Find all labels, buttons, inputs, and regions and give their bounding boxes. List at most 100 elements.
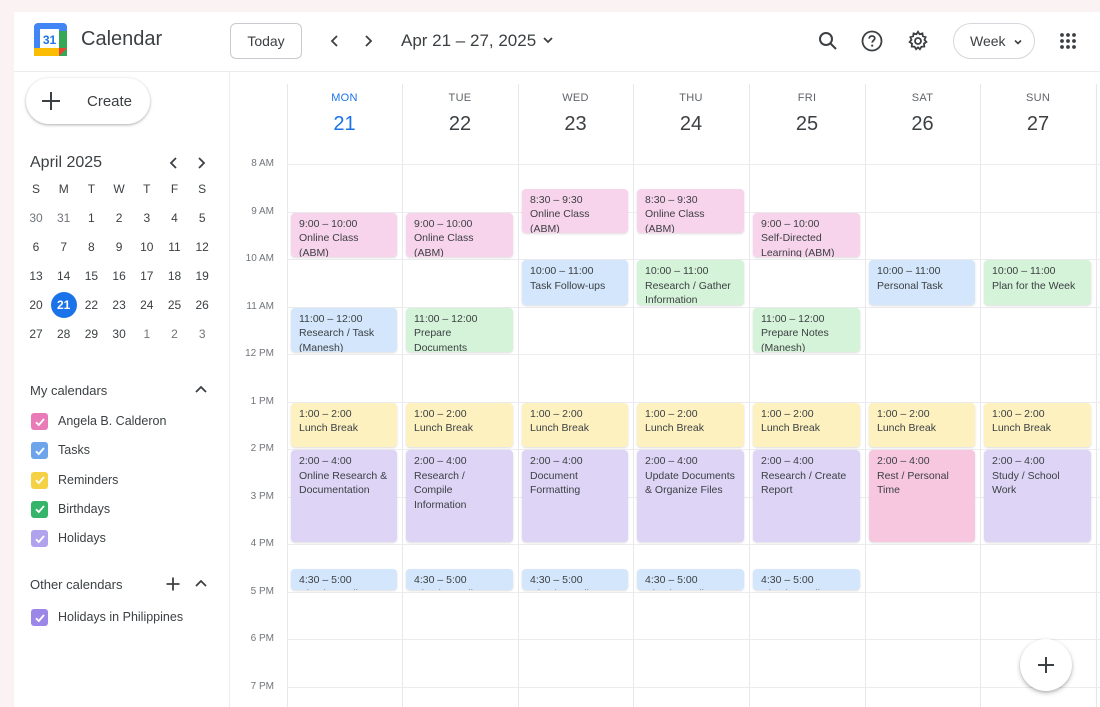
mini-calendar-day[interactable]: 24 — [134, 292, 160, 318]
calendar-event[interactable]: 2:00 – 4:00 Update Documents & Organize F… — [637, 450, 744, 542]
today-button[interactable]: Today — [230, 23, 302, 59]
mini-calendar-day[interactable]: 22 — [78, 292, 104, 318]
chevron-left-icon[interactable] — [167, 156, 181, 170]
mini-calendar-day[interactable]: 13 — [23, 263, 49, 289]
checkbox[interactable] — [31, 609, 48, 626]
mini-calendar-day[interactable]: 12 — [189, 234, 215, 260]
mini-calendar-day[interactable]: 29 — [78, 321, 104, 347]
help-icon[interactable] — [860, 29, 884, 53]
calendar-item[interactable]: Tasks — [31, 440, 221, 460]
day-number[interactable]: 23 — [518, 113, 633, 136]
calendar-event[interactable]: 1:00 – 2:00 Lunch Break — [522, 402, 628, 447]
mini-calendar-day[interactable]: 3 — [134, 205, 160, 231]
day-header-wed[interactable]: WED 23 — [518, 72, 633, 164]
calendar-event[interactable]: 1:00 – 2:00 Lunch Break — [869, 402, 975, 447]
calendar-event[interactable]: 10:00 – 11:00 Personal Task — [869, 260, 975, 305]
calendar-event[interactable]: 2:00 – 4:00 Research / Create Report — [753, 450, 860, 542]
mini-calendar-day[interactable]: 11 — [162, 234, 188, 260]
calendar-event[interactable]: 2:00 – 4:00 Online Research & Documentati… — [291, 450, 397, 542]
mini-calendar-day[interactable]: 6 — [23, 234, 49, 260]
mini-calendar-day[interactable]: 3 — [189, 321, 215, 347]
chevron-down-icon[interactable] — [541, 33, 555, 47]
mini-calendar-day[interactable]: 20 — [23, 292, 49, 318]
mini-calendar-day[interactable]: 25 — [162, 292, 188, 318]
mini-calendar-day[interactable]: 8 — [78, 234, 104, 260]
create-button[interactable]: Create — [26, 78, 150, 124]
day-header-mon[interactable]: MON 21 — [287, 72, 402, 164]
search-icon[interactable] — [816, 29, 840, 53]
chevron-right-icon[interactable] — [194, 156, 208, 170]
calendar-event[interactable]: 1:00 – 2:00 Lunch Break — [753, 402, 860, 447]
calendar-event[interactable]: 8:30 – 9:30 Online Class (ABM) — [522, 188, 628, 234]
checkbox[interactable] — [31, 413, 48, 430]
day-header-tue[interactable]: TUE 22 — [402, 72, 518, 164]
plus-icon[interactable] — [165, 576, 181, 592]
mini-calendar-day[interactable]: 4 — [162, 205, 188, 231]
calendar-event[interactable]: 2:00 – 4:00 Study / School Work — [984, 450, 1091, 542]
checkbox[interactable] — [31, 530, 48, 548]
calendar-event[interactable]: 4:30 – 5:00Check Emails — [753, 568, 860, 590]
day-number[interactable]: 25 — [749, 113, 865, 136]
mini-calendar-today[interactable]: 21 — [50, 292, 77, 318]
mini-calendar-day[interactable]: 18 — [162, 263, 188, 289]
mini-calendar-day[interactable]: 15 — [78, 263, 104, 289]
mini-calendar-day[interactable]: 9 — [106, 234, 132, 260]
chevron-up-icon[interactable] — [193, 576, 209, 592]
mini-calendar-day[interactable]: 7 — [51, 234, 77, 260]
calendar-event[interactable]: 10:00 – 11:00 Plan for the Week — [984, 260, 1091, 305]
calendar-event[interactable]: 1:00 – 2:00 Lunch Break — [637, 402, 744, 447]
day-header-sat[interactable]: SAT 26 — [865, 72, 980, 164]
mini-calendar-day[interactable]: 23 — [106, 292, 132, 318]
calendar-event[interactable]: 4:30 – 5:00Check Emails — [522, 568, 628, 590]
other-calendars-title[interactable]: Other calendars — [30, 577, 123, 592]
calendar-event[interactable]: 11:00 – 12:00 Research / Task (Manesh) — [291, 307, 397, 352]
checkbox[interactable] — [31, 442, 48, 460]
date-range-title[interactable]: Apr 21 – 27, 2025 — [401, 31, 536, 51]
calendar-event[interactable]: 11:00 – 12:00 Prepare Notes (Manesh) — [753, 307, 860, 352]
calendar-event[interactable]: 4:30 – 5:00Check Emails — [406, 568, 513, 590]
day-number[interactable]: 27 — [980, 113, 1096, 136]
mini-calendar-day[interactable]: 30 — [106, 321, 132, 347]
calendar-event[interactable]: 4:30 – 5:00Check Emails — [637, 568, 744, 590]
mini-calendar-day[interactable]: 2 — [106, 205, 132, 231]
day-header-fri[interactable]: FRI 25 — [749, 72, 865, 164]
mini-calendar-day[interactable]: 1 — [78, 205, 104, 231]
calendar-event[interactable]: 8:30 – 9:30 Online Class (ABM) — [637, 188, 744, 234]
day-number[interactable]: 26 — [865, 113, 980, 136]
day-number[interactable]: 21 — [287, 113, 402, 136]
view-selector[interactable]: Week — [953, 23, 1035, 59]
mini-calendar-day[interactable]: 19 — [189, 263, 215, 289]
calendar-event[interactable]: 1:00 – 2:00 Lunch Break — [406, 402, 513, 447]
checkbox[interactable] — [31, 500, 48, 518]
checkbox[interactable] — [31, 471, 48, 489]
mini-calendar-day[interactable]: 28 — [51, 321, 77, 347]
my-calendars-title[interactable]: My calendars — [30, 383, 107, 398]
calendar-event[interactable]: 9:00 – 10:00 Online Class (ABM) — [291, 212, 397, 257]
mini-calendar-day[interactable]: 10 — [134, 234, 160, 260]
calendar-event[interactable]: 9:00 – 10:00 Self-Directed Learning (ABM) — [753, 212, 860, 257]
mini-calendar-day[interactable]: 17 — [134, 263, 160, 289]
settings-icon[interactable] — [906, 29, 930, 53]
mini-calendar-day[interactable]: 1 — [134, 321, 160, 347]
calendar-event[interactable]: 1:00 – 2:00 Lunch Break — [984, 402, 1091, 447]
mini-calendar-day[interactable]: 26 — [189, 292, 215, 318]
calendar-event[interactable]: 2:00 – 4:00 Rest / Personal Time — [869, 450, 975, 542]
mini-calendar-day[interactable]: 27 — [23, 321, 49, 347]
mini-calendar-day[interactable]: 16 — [106, 263, 132, 289]
apps-grid-icon[interactable] — [1056, 29, 1080, 53]
calendar-event[interactable]: 4:30 – 5:00Check Emails — [291, 568, 397, 590]
mini-calendar-day[interactable]: 31 — [51, 205, 77, 231]
calendar-event[interactable]: 1:00 – 2:00 Lunch Break — [291, 402, 397, 447]
calendar-item[interactable]: Birthdays — [31, 499, 221, 519]
chevron-right-icon[interactable] — [357, 30, 379, 52]
calendar-event[interactable]: 10:00 – 11:00 Research / Gather Informati… — [637, 260, 744, 305]
mini-calendar-day[interactable]: 30 — [23, 205, 49, 231]
calendar-event[interactable]: 2:00 – 4:00 Research / Compile Informatio… — [406, 450, 513, 542]
mini-calendar-day[interactable]: 2 — [162, 321, 188, 347]
calendar-event[interactable]: 9:00 – 10:00 Online Class (ABM) — [406, 212, 513, 257]
calendar-event[interactable]: 2:00 – 4:00 Document Formatting — [522, 450, 628, 542]
day-header-sun[interactable]: SUN 27 — [980, 72, 1096, 164]
create-event-fab[interactable] — [1020, 639, 1072, 691]
calendar-logo[interactable]: 31 — [34, 23, 67, 56]
calendar-item[interactable]: Angela B. Calderon — [31, 411, 221, 431]
